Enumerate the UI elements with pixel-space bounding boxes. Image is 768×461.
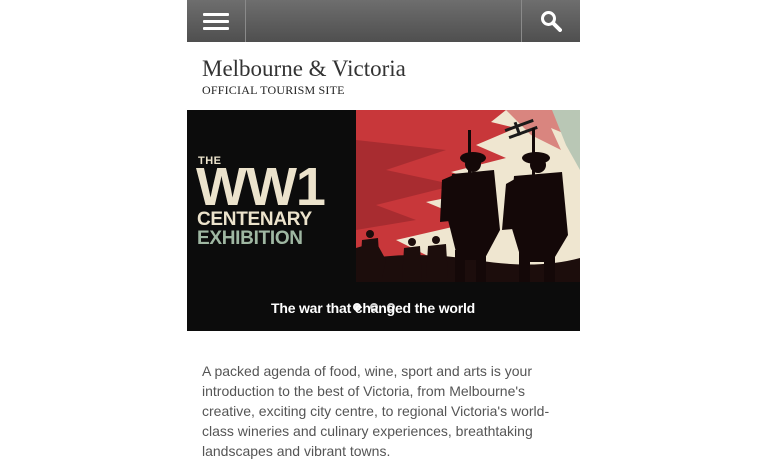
site-subtitle: OFFICIAL TOURISM SITE (202, 83, 345, 97)
intro-paragraph: A packed agenda of food, wine, sport and… (202, 363, 550, 459)
banner-ww1-text: WW1 (196, 157, 326, 217)
banner-exhibition-text: EXHIBITION (197, 228, 303, 249)
site-title[interactable]: Melbourne & Victoria (202, 56, 406, 82)
search-icon (541, 11, 562, 32)
page: Melbourne & Victoria OFFICIAL TOURISM SI… (187, 0, 580, 459)
search-button[interactable] (521, 0, 580, 42)
top-nav-bar (187, 0, 580, 42)
menu-button[interactable] (187, 0, 246, 42)
carousel-dots (353, 303, 395, 311)
carousel-dot-2[interactable] (370, 303, 378, 311)
carousel-dot-3[interactable] (387, 303, 395, 311)
hamburger-icon (203, 9, 229, 34)
hero-banner[interactable]: THE WW1 CENTENARY EXHIBITION The war tha… (187, 110, 580, 331)
carousel-dot-1[interactable] (353, 303, 361, 311)
